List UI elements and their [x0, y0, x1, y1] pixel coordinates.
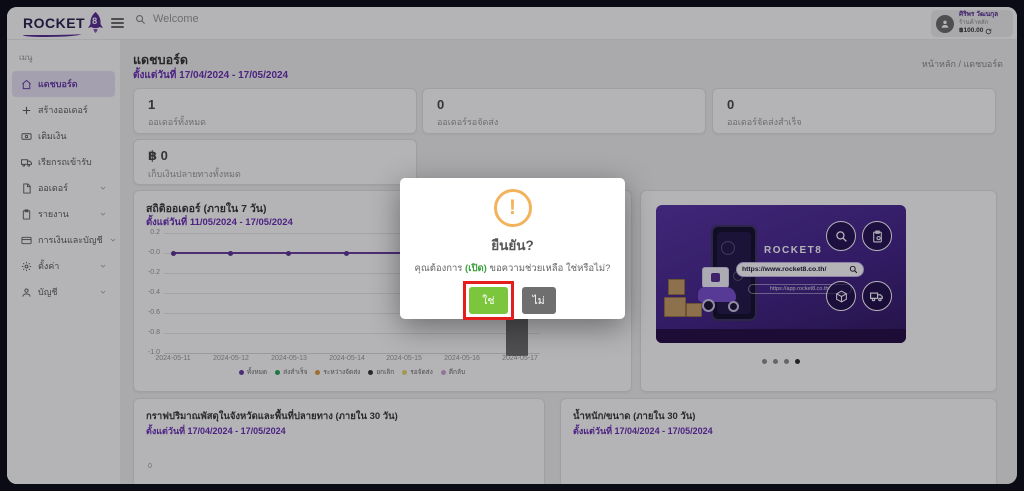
confirm-yes-button[interactable]: ใช่: [469, 287, 508, 314]
warning-glyph: !: [509, 196, 516, 219]
warning-icon: !: [493, 189, 532, 227]
confirm-dialog: ! ยืนยัน? คุณต้องการ (เปิด) ขอความช่วยเห…: [400, 178, 625, 320]
dialog-message: คุณต้องการ (เปิด) ขอความช่วยเหลือ ใช่หรื…: [400, 261, 625, 276]
message-highlight: (เปิด): [465, 263, 487, 274]
dialog-buttons: ใช่ ไม่: [400, 281, 625, 320]
message-text: คุณต้องการ: [414, 263, 466, 274]
confirm-no-button[interactable]: ไม่: [521, 287, 556, 314]
dialog-title: ยืนยัน?: [491, 238, 534, 253]
message-text: ขอความช่วยเหลือ ใช่หรือไม่?: [486, 263, 611, 274]
app-window: ROCKET 8 ศิริพร วัฒนกุล ร้านค้าหลัก ฿100…: [7, 7, 1017, 484]
